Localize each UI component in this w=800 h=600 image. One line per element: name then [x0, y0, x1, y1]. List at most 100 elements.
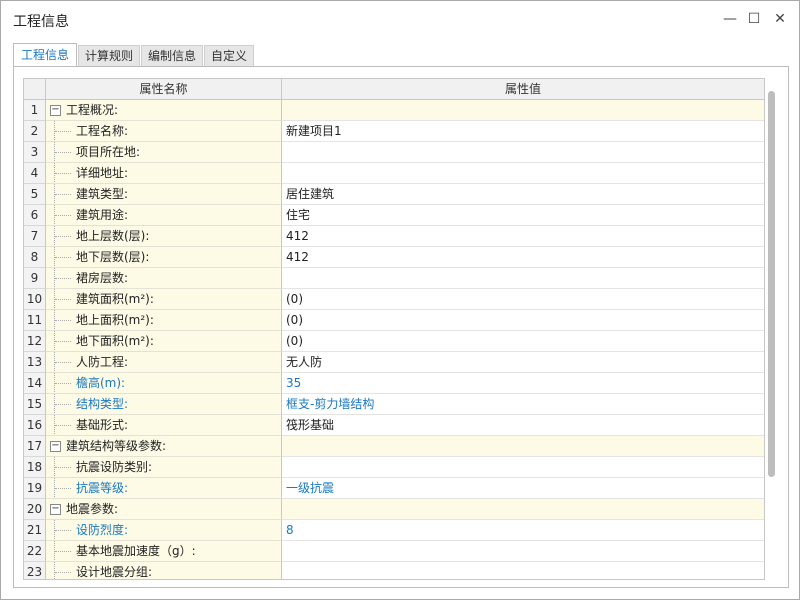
property-value-cell[interactable]: (0) [282, 331, 764, 352]
table-row[interactable]: 11 地上面积(m²): (0) [24, 310, 764, 331]
property-name-cell[interactable]: 檐高(m): [46, 373, 282, 394]
property-value-cell[interactable]: 框支-剪力墙结构 [282, 394, 764, 415]
table-row[interactable]: 9 裙房层数: [24, 268, 764, 289]
property-value-cell[interactable] [282, 541, 764, 562]
property-value-cell[interactable]: 8 [282, 520, 764, 541]
vertical-scrollbar[interactable] [766, 79, 778, 577]
close-icon[interactable]: ✕ [769, 9, 791, 29]
property-value-cell[interactable] [282, 142, 764, 163]
property-value-cell[interactable] [282, 562, 764, 579]
table-row[interactable]: 22 基本地震加速度（g）: [24, 541, 764, 562]
property-name-cell[interactable]: − 工程概况: [46, 100, 282, 121]
table-row[interactable]: 23 设计地震分组: [24, 562, 764, 579]
table-row[interactable]: 7 地上层数(层): 412 [24, 226, 764, 247]
property-label: 详细地址: [76, 166, 129, 180]
table-row[interactable]: 3 项目所在地: [24, 142, 764, 163]
group-label: 建筑结构等级参数: [66, 439, 167, 453]
row-number: 16 [24, 415, 46, 436]
table-row[interactable]: 12 地下面积(m²): (0) [24, 331, 764, 352]
property-name-cell[interactable]: 裙房层数: [46, 268, 282, 289]
property-value-cell[interactable]: 筏形基础 [282, 415, 764, 436]
header-name: 属性名称 [46, 79, 282, 99]
table-row[interactable]: 6 建筑用途: 住宅 [24, 205, 764, 226]
property-name-cell[interactable]: 抗震等级: [46, 478, 282, 499]
collapse-icon[interactable]: − [50, 105, 61, 116]
property-name-cell[interactable]: 人防工程: [46, 352, 282, 373]
property-grid: 属性名称 属性值 1− 工程概况: 2 工程名称: 新建项目1 3 项目所在地: 4 详细地址:… [23, 78, 765, 580]
property-name-cell[interactable]: 建筑用途: [46, 205, 282, 226]
property-value-cell[interactable]: 35 [282, 373, 764, 394]
property-name-cell[interactable]: 地上面积(m²): [46, 310, 282, 331]
table-row[interactable]: 16 基础形式: 筏形基础 [24, 415, 764, 436]
table-row[interactable]: 5 建筑类型: 居住建筑 [24, 184, 764, 205]
scrollbar-thumb[interactable] [768, 91, 775, 477]
property-value-cell[interactable] [282, 100, 764, 121]
tab-custom[interactable]: 自定义 [204, 45, 254, 66]
title-bar: 工程信息 — ☐ ✕ [1, 1, 799, 37]
project-info-window: 工程信息 — ☐ ✕ 工程信息 计算规则 编制信息 自定义 属性名称 属性值 1… [0, 0, 800, 600]
property-name-cell[interactable]: 详细地址: [46, 163, 282, 184]
property-value-cell[interactable]: 居住建筑 [282, 184, 764, 205]
table-row[interactable]: 18 抗震设防类别: [24, 457, 764, 478]
table-row[interactable]: 8 地下层数(层): 412 [24, 247, 764, 268]
property-value-cell[interactable]: 住宅 [282, 205, 764, 226]
property-name-cell[interactable]: − 建筑结构等级参数: [46, 436, 282, 457]
table-row-group[interactable]: 1− 工程概况: [24, 100, 764, 121]
property-name-cell[interactable]: 地下面积(m²): [46, 331, 282, 352]
maximize-icon[interactable]: ☐ [743, 9, 765, 29]
property-value-cell[interactable] [282, 163, 764, 184]
table-row[interactable]: 14 檐高(m): 35 [24, 373, 764, 394]
table-row[interactable]: 15 结构类型: 框支-剪力墙结构 [24, 394, 764, 415]
collapse-icon[interactable]: − [50, 504, 61, 515]
table-row[interactable]: 2 工程名称: 新建项目1 [24, 121, 764, 142]
property-label: 地上层数(层): [76, 229, 150, 243]
table-row-group[interactable]: 20− 地震参数: [24, 499, 764, 520]
property-name-cell[interactable]: 抗震设防类别: [46, 457, 282, 478]
property-label: 地上面积(m²): [76, 313, 154, 327]
tree-branch [55, 152, 71, 154]
tab-compile-info[interactable]: 编制信息 [141, 45, 203, 66]
table-row[interactable]: 4 详细地址: [24, 163, 764, 184]
property-name-cell[interactable]: 地下层数(层): [46, 247, 282, 268]
row-number: 9 [24, 268, 46, 289]
property-name-cell[interactable]: 基本地震加速度（g）: [46, 541, 282, 562]
property-value-cell[interactable] [282, 499, 764, 520]
property-name-cell[interactable]: 设计地震分组: [46, 562, 282, 579]
tab-project-info[interactable]: 工程信息 [13, 43, 77, 67]
table-row[interactable]: 10 建筑面积(m²): (0) [24, 289, 764, 310]
property-name-cell[interactable]: 建筑面积(m²): [46, 289, 282, 310]
property-value-cell[interactable] [282, 268, 764, 289]
table-row[interactable]: 13 人防工程: 无人防 [24, 352, 764, 373]
property-name-cell[interactable]: 工程名称: [46, 121, 282, 142]
property-label: 建筑用途: [76, 208, 129, 222]
property-name-cell[interactable]: 地上层数(层): [46, 226, 282, 247]
property-value-cell[interactable]: 新建项目1 [282, 121, 764, 142]
tab-calc-rules[interactable]: 计算规则 [78, 45, 140, 66]
property-name-cell[interactable]: 基础形式: [46, 415, 282, 436]
minimize-icon[interactable]: — [719, 9, 741, 29]
property-value-cell[interactable]: (0) [282, 289, 764, 310]
collapse-icon[interactable]: − [50, 441, 61, 452]
property-value-cell[interactable]: 412 [282, 226, 764, 247]
tree-line [54, 562, 56, 579]
property-label: 抗震设防类别: [76, 460, 153, 474]
property-name-cell[interactable]: 项目所在地: [46, 142, 282, 163]
tree-branch [55, 572, 71, 574]
property-name-cell[interactable]: 结构类型: [46, 394, 282, 415]
table-row[interactable]: 21 设防烈度: 8 [24, 520, 764, 541]
property-name-cell[interactable]: 建筑类型: [46, 184, 282, 205]
property-label: 项目所在地: [76, 145, 141, 159]
property-value-cell[interactable] [282, 436, 764, 457]
property-name-cell[interactable]: − 地震参数: [46, 499, 282, 520]
tree-branch [55, 194, 71, 196]
property-name-cell[interactable]: 设防烈度: [46, 520, 282, 541]
tree-branch [55, 299, 71, 301]
property-value-cell[interactable] [282, 457, 764, 478]
property-label: 人防工程: [76, 355, 129, 369]
property-value-cell[interactable]: 一级抗震 [282, 478, 764, 499]
property-value-cell[interactable]: 无人防 [282, 352, 764, 373]
property-value-cell[interactable]: (0) [282, 310, 764, 331]
property-value-cell[interactable]: 412 [282, 247, 764, 268]
table-row[interactable]: 19 抗震等级: 一级抗震 [24, 478, 764, 499]
table-row-group[interactable]: 17− 建筑结构等级参数: [24, 436, 764, 457]
